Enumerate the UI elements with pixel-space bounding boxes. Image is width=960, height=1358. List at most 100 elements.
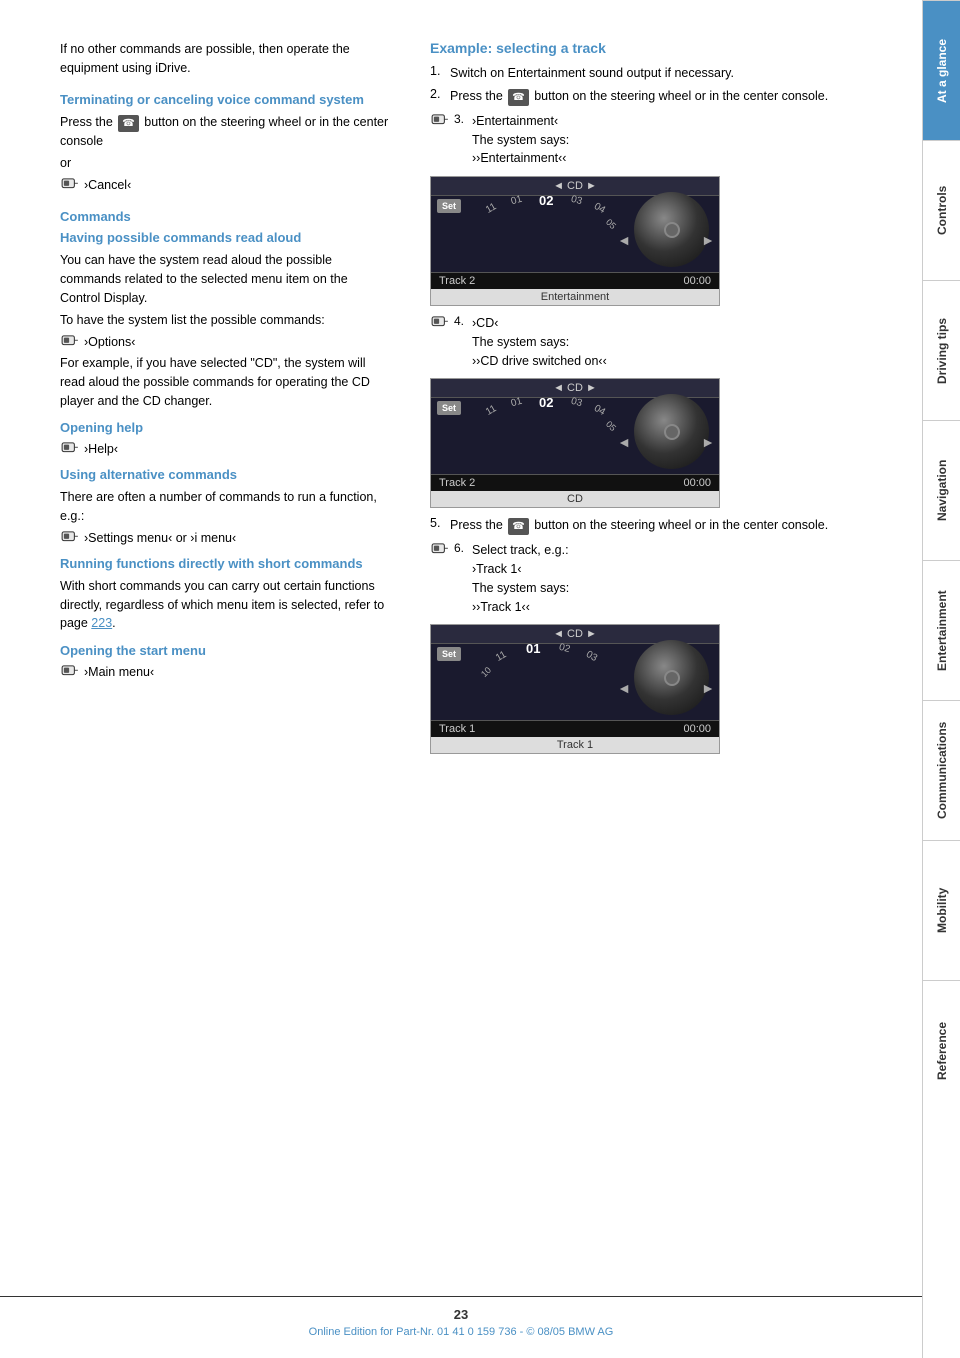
- label-row-3: Track 1: [431, 737, 719, 753]
- mic-icon-settings: [60, 530, 80, 546]
- step-6-row: 6. Select track, e.g.: ›Track 1‹ The sys…: [430, 541, 872, 616]
- track-10-d3: 10: [479, 665, 493, 679]
- track-row-3: Track 1 00:00: [431, 720, 719, 737]
- page-footer: 23 Online Edition for Part-Nr. 01 41 0 1…: [0, 1296, 922, 1338]
- tab-at-a-glance[interactable]: At a glance: [923, 0, 960, 140]
- tab-mobility[interactable]: Mobility: [923, 840, 960, 980]
- disc-center-1: [664, 222, 680, 238]
- mic-icon-step3: [430, 113, 450, 129]
- arrow-left-3: ◄: [617, 680, 631, 696]
- options-command: ›Options‹: [60, 334, 390, 350]
- step-6-system-says: The system says:: [472, 581, 569, 595]
- section-start-menu: Opening the start menu ›Main menu‹: [60, 643, 390, 680]
- step-5-content: Press the ☎ button on the steering wheel…: [450, 516, 872, 535]
- bottom-bar-1: Track 2 00:00 Entertainment: [431, 272, 719, 305]
- disc-1: [634, 192, 709, 267]
- settings-text: ›Settings menu‹ or ›i menu‹: [84, 531, 236, 545]
- step-6-block: 6. Select track, e.g.: ›Track 1‹ The sys…: [430, 541, 872, 754]
- possible-text1: You can have the system read aloud the p…: [60, 251, 390, 307]
- intro-paragraph: If no other commands are possible, then …: [60, 40, 390, 78]
- step-3-block: 3. ›Entertainment‹ The system says: ››En…: [430, 112, 872, 306]
- sidebar: At a glance Controls Driving tips Naviga…: [922, 0, 960, 1358]
- bottom-bar-2: Track 2 00:00 CD: [431, 474, 719, 507]
- arrow-right-3: ►: [701, 680, 715, 696]
- step-4-system-says: The system says:: [472, 335, 569, 349]
- cd-display-2: ◄ CD ► Set 11 01 02 03 04 05 ◄ ► Tr: [430, 378, 720, 508]
- possible-text3: For example, if you have selected "CD", …: [60, 354, 390, 410]
- track-02-d3: 02: [558, 642, 572, 656]
- track-04: 04: [592, 201, 607, 216]
- mic-button-icon: ☎: [118, 115, 138, 132]
- tab-entertainment[interactable]: Entertainment: [923, 560, 960, 700]
- step-3-content: ›Entertainment‹ The system says: ››Enter…: [472, 112, 872, 168]
- step-2-content: Press the ☎ button on the steering wheel…: [450, 87, 872, 106]
- step-3-num: 3.: [454, 112, 472, 126]
- tab-reference[interactable]: Reference: [923, 980, 960, 1120]
- disc-center-3: [664, 670, 680, 686]
- right-column: Example: selecting a track 1. Switch on …: [420, 40, 872, 1298]
- section-terminating: Terminating or canceling voice command s…: [60, 92, 390, 194]
- set-btn-2: Set: [437, 401, 461, 415]
- step-4-num: 4.: [454, 314, 472, 328]
- step-1-content: Switch on Entertainment sound output if …: [450, 64, 872, 83]
- example-heading: Example: selecting a track: [430, 40, 872, 56]
- arrow-right-1: ►: [701, 232, 715, 248]
- btn-icon-step2: ☎: [508, 89, 528, 106]
- step-6-num: 6.: [454, 541, 472, 555]
- track-03: 03: [570, 194, 584, 208]
- step-6-text: Select track, e.g.:: [472, 543, 569, 557]
- track-row-2: Track 2 00:00: [431, 474, 719, 491]
- step-6-content: Select track, e.g.: ›Track 1‹ The system…: [472, 541, 872, 616]
- help-command: ›Help‹: [60, 441, 390, 457]
- mic-icon-main-menu: [60, 664, 80, 680]
- footer-text: Online Edition for Part-Nr. 01 41 0 159 …: [309, 1326, 614, 1338]
- track-time-3: 00:00: [683, 723, 711, 735]
- step-3-command: ›Entertainment‹: [472, 114, 558, 128]
- track-01-d2: 01: [510, 396, 524, 410]
- section-opening-help: Opening help ›Help‹: [60, 420, 390, 457]
- track-02-active-d2: 02: [539, 395, 553, 410]
- arrow-left-1: ◄: [617, 232, 631, 248]
- footer-divider: [0, 1296, 922, 1297]
- step-6-command: ›Track 1‹: [472, 562, 522, 576]
- cancel-text: ›Cancel‹: [84, 178, 131, 192]
- track-label-3: Track 1: [439, 723, 475, 735]
- cancel-command: ›Cancel‹: [60, 177, 390, 193]
- tab-navigation[interactable]: Navigation: [923, 420, 960, 560]
- left-column: If no other commands are possible, then …: [60, 40, 420, 1298]
- mic-icon-help: [60, 441, 80, 457]
- page-number: 23: [454, 1307, 468, 1322]
- cd-display-3: ◄ CD ► Set 10 11 01 02 03 ◄ ► Track 1: [430, 624, 720, 754]
- step-2-num: 2.: [430, 87, 450, 101]
- track-row-1: Track 2 00:00: [431, 272, 719, 289]
- page-container: If no other commands are possible, then …: [0, 0, 960, 1358]
- page-ref-link[interactable]: 223: [91, 616, 112, 630]
- label-row-1: Entertainment: [431, 289, 719, 305]
- main-content: If no other commands are possible, then …: [0, 0, 922, 1358]
- step-1: 1. Switch on Entertainment sound output …: [430, 64, 872, 83]
- mic-icon-options: [60, 334, 80, 350]
- track-11: 11: [484, 201, 498, 216]
- track-05-d2: 05: [604, 419, 618, 433]
- step-5: 5. Press the ☎ button on the steering wh…: [430, 516, 872, 535]
- disc-2: [634, 394, 709, 469]
- options-text: ›Options‹: [84, 335, 135, 349]
- possible-text2: To have the system list the possible com…: [60, 311, 390, 330]
- or-text: or: [60, 154, 390, 173]
- track-time-2: 00:00: [683, 477, 711, 489]
- btn-icon-step5: ☎: [508, 518, 528, 535]
- track-04-d2: 04: [592, 403, 607, 418]
- tab-communications[interactable]: Communications: [923, 700, 960, 840]
- step-4-system-response: ››CD drive switched on‹‹: [472, 354, 607, 368]
- label-row-2: CD: [431, 491, 719, 507]
- heading-start-menu: Opening the start menu: [60, 643, 390, 658]
- tab-controls[interactable]: Controls: [923, 140, 960, 280]
- track-03-d3: 03: [584, 649, 599, 664]
- tab-driving-tips[interactable]: Driving tips: [923, 280, 960, 420]
- alternative-text: There are often a number of commands to …: [60, 488, 390, 526]
- track-01-active-d3: 01: [526, 641, 540, 656]
- heading-possible: Having possible commands read aloud: [60, 230, 390, 245]
- settings-command: ›Settings menu‹ or ›i menu‹: [60, 530, 390, 546]
- cd-display-1: ◄ CD ► Set 11 01 02 03 04 05 ◄ ►: [430, 176, 720, 306]
- track-02-active: 02: [539, 193, 553, 208]
